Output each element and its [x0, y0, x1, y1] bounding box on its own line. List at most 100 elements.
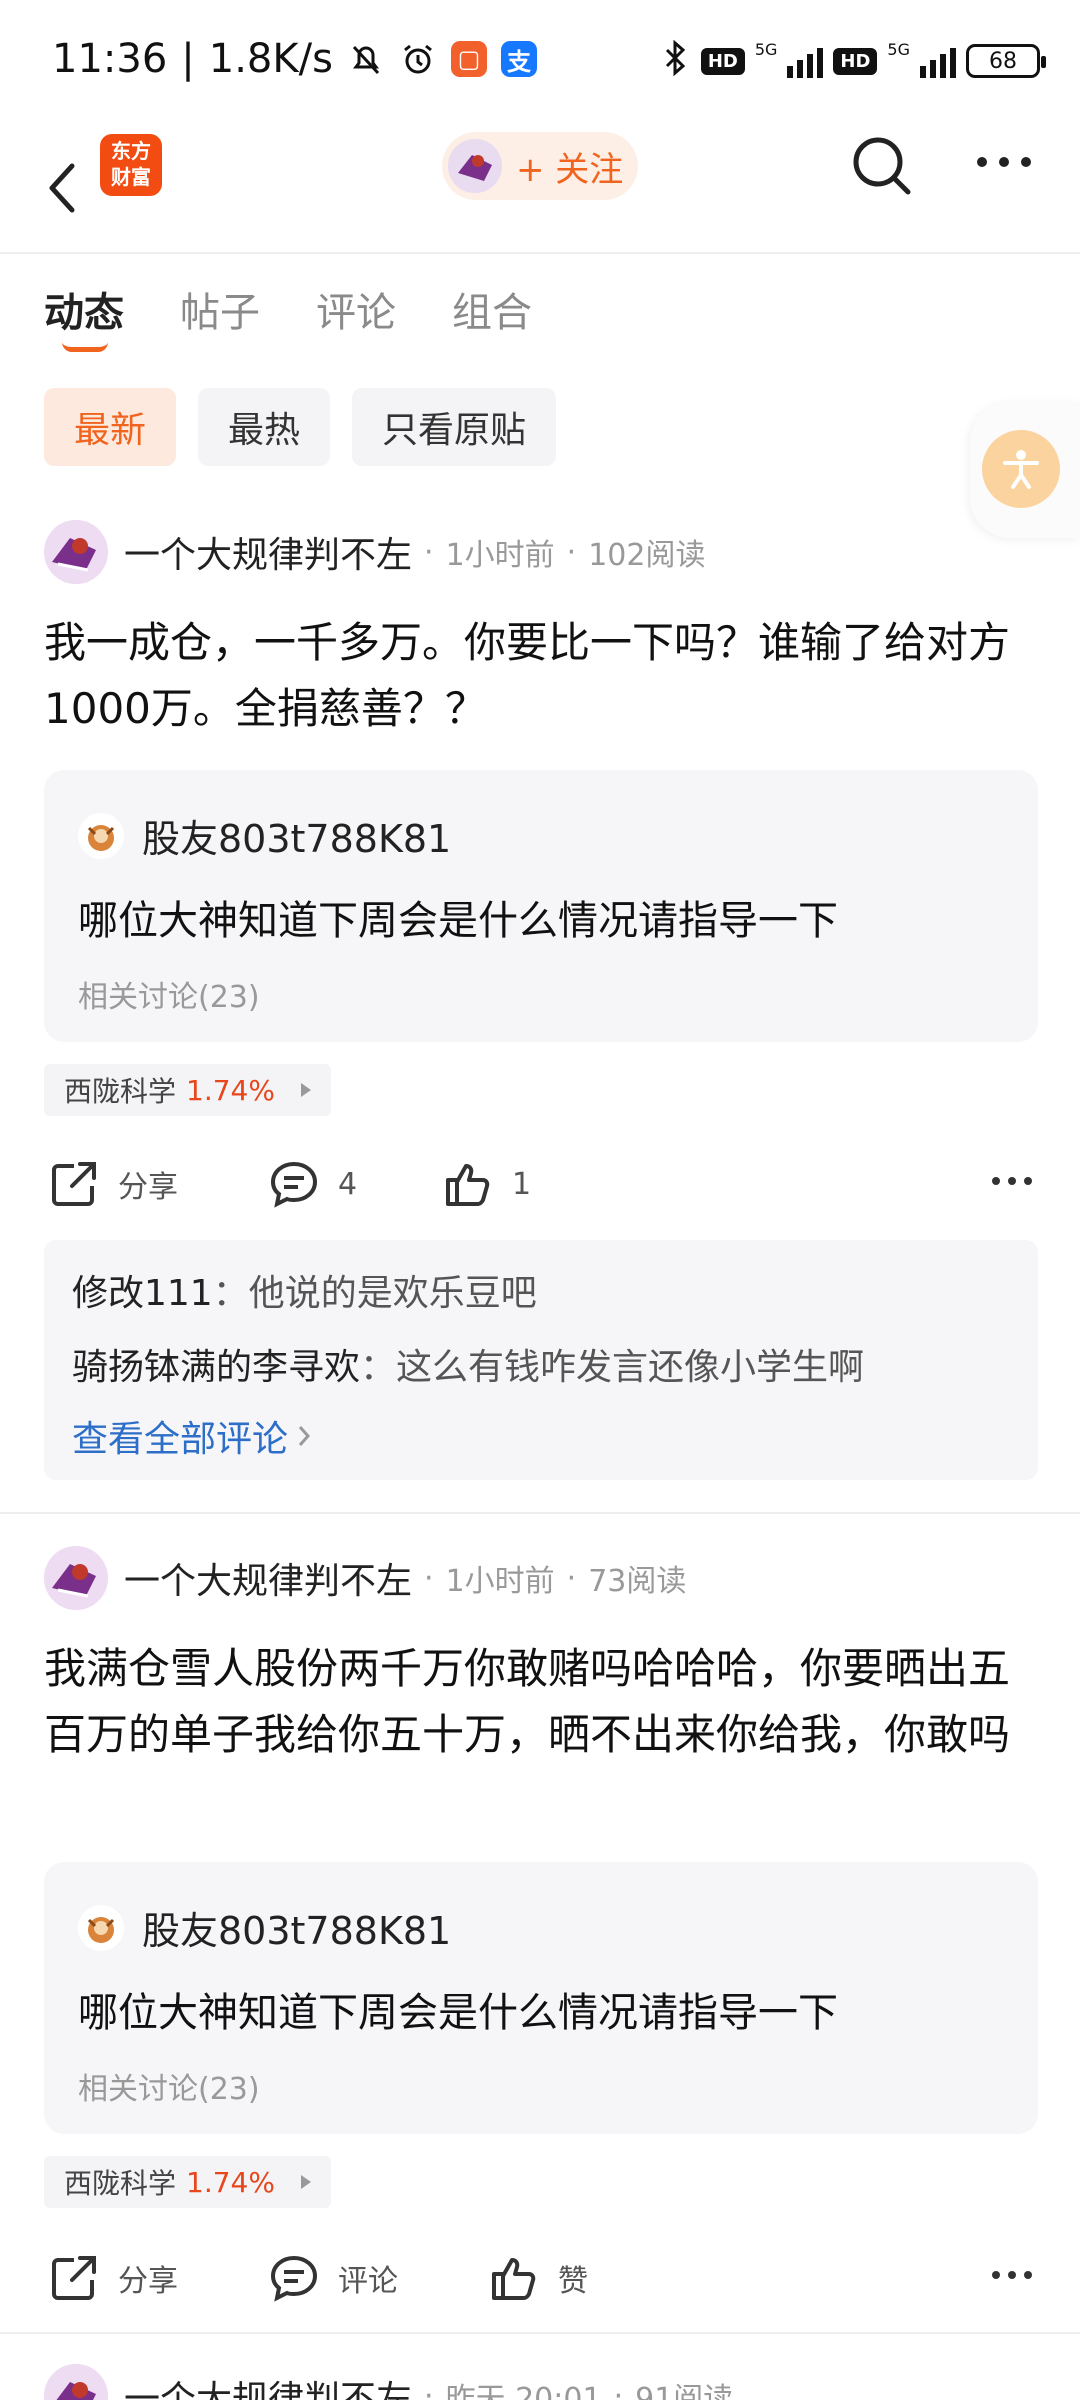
comment-item[interactable]: 骑扬钵满的李寻欢：这么有钱咋发言还像小学生啊	[72, 1338, 864, 1390]
avatar	[448, 139, 502, 193]
filter-hottest[interactable]: 最热	[198, 388, 331, 466]
alipay-icon: 支	[500, 41, 537, 77]
comment-button[interactable]: 4	[268, 1158, 357, 1210]
quoted-text: 哪位大神知道下周会是什么情况请指导一下	[78, 898, 838, 944]
comment-sep: ：	[360, 1347, 397, 1388]
share-button[interactable]: 分享	[48, 1158, 178, 1210]
network-type-2: 5G	[887, 40, 910, 59]
comment-label: 评论	[338, 2264, 398, 2299]
tab-underline	[62, 342, 108, 352]
comment-sep: ：	[212, 1273, 249, 1314]
quoted-text: 哪位大神知道下周会是什么情况请指导一下	[78, 1990, 838, 2036]
share-icon	[52, 1162, 96, 1206]
view-all-label: 查看全部评论	[72, 1419, 289, 1460]
more-icon	[992, 1177, 1032, 1185]
comment-count: 4	[338, 1166, 358, 1202]
status-time: 11:36	[52, 36, 168, 82]
tab-label: 评论	[316, 290, 396, 336]
tab-portfolio[interactable]: 组合	[452, 280, 532, 338]
more-icon[interactable]	[974, 152, 1034, 172]
view-all-comments-link[interactable]: 查看全部评论	[72, 1410, 312, 1462]
post-author-row[interactable]: 一个大规律判不左 · 1小时前 · 102阅读	[44, 520, 705, 584]
stock-tag[interactable]: 西陇科学 1.74%	[44, 1064, 331, 1116]
stock-name: 西陇科学	[64, 2167, 177, 2200]
chevron-left-icon	[49, 163, 75, 213]
quoted-user-name: 股友803t788K81	[142, 817, 452, 861]
hd-badge-2: HD	[833, 47, 878, 75]
filter-original-only[interactable]: 只看原贴	[352, 388, 557, 466]
quoted-user: 股友803t788K81	[78, 1900, 451, 1955]
stock-name: 西陇科学	[64, 1075, 177, 1108]
stock-change: 1.74%	[186, 1073, 275, 1107]
top-nav: 东方 财富 + 关注	[0, 128, 1080, 254]
post-divider	[0, 1512, 1080, 1514]
like-label: 赞	[558, 2264, 588, 2299]
post-time: 1小时前	[445, 1564, 555, 1599]
post-actions: 分享 评论 赞	[0, 2244, 1080, 2304]
post-author-row[interactable]: 一个大规律判不左 · 昨天 20:01 · 91阅读	[44, 2364, 733, 2400]
comment-text: 他说的是欢乐豆吧	[248, 1273, 537, 1314]
meta-dot: ·	[613, 2378, 624, 2400]
arrow-right-icon	[300, 2175, 311, 2189]
alarm-icon	[399, 40, 437, 78]
author-name: 一个大规律判不左	[124, 2379, 413, 2400]
like-button[interactable]: 1	[442, 1158, 531, 1210]
comment-user: 修改111	[72, 1273, 213, 1314]
related-discussion: 相关讨论(23)	[78, 980, 260, 1015]
post-time: 1小时前	[445, 538, 555, 573]
status-bar: 11:36 | 1.8K/s ▢ 支 HD 5G HD 5G 68	[0, 0, 1080, 128]
tab-comments[interactable]: 评论	[316, 280, 396, 338]
mute-bell-icon	[347, 40, 385, 78]
related-discussion: 相关讨论(23)	[78, 2072, 260, 2107]
follow-label: + 关注	[516, 149, 624, 190]
quoted-post[interactable]: 股友803t788K81 哪位大神知道下周会是什么情况请指导一下 相关讨论(23…	[44, 770, 1038, 1042]
quoted-post[interactable]: 股友803t788K81 哪位大神知道下周会是什么情况请指导一下 相关讨论(23…	[44, 1862, 1038, 2134]
back-button[interactable]	[42, 158, 82, 218]
comment-item[interactable]: 修改111：他说的是欢乐豆吧	[72, 1264, 537, 1316]
post-more-button[interactable]	[990, 2266, 1034, 2285]
avatar	[44, 520, 108, 584]
logo-line-2: 财富	[111, 165, 151, 189]
meta-dot: ·	[424, 2378, 434, 2400]
bluetooth-icon	[661, 39, 691, 82]
comment-icon	[270, 2255, 318, 2302]
avatar	[44, 2364, 108, 2400]
post-body[interactable]: 我满仓雪人股份两千万你敢赌吗哈哈哈，你要晒出五百万的单子我给你五十万，晒不出来你…	[44, 1636, 1034, 1768]
follow-button[interactable]: + 关注	[442, 132, 638, 200]
status-right: HD 5G HD 5G 68	[661, 39, 1046, 82]
chevron-right-icon	[298, 1426, 311, 1446]
post-actions: 分享 4 1	[0, 1150, 1080, 1210]
comment-text: 这么有钱咋发言还像小学生啊	[396, 1347, 865, 1388]
stock-tag[interactable]: 西陇科学 1.74%	[44, 2156, 331, 2208]
share-button[interactable]: 分享	[48, 2252, 178, 2304]
share-icon	[52, 2256, 96, 2300]
meta-dot: ·	[566, 1560, 577, 1596]
filter-latest[interactable]: 最新	[44, 388, 177, 466]
share-label: 分享	[118, 1170, 178, 1205]
post-author-row[interactable]: 一个大规律判不左 · 1小时前 · 73阅读	[44, 1546, 686, 1610]
tab-label: 帖子	[180, 290, 260, 336]
comment-button[interactable]: 评论	[268, 2252, 398, 2304]
comment-preview: 修改111：他说的是欢乐豆吧 骑扬钵满的李寻欢：这么有钱咋发言还像小学生啊 查看…	[44, 1240, 1038, 1480]
thumbs-up-icon	[492, 2258, 536, 2300]
like-count: 1	[512, 1166, 532, 1202]
search-icon[interactable]	[850, 134, 914, 198]
post-reads: 91阅读	[635, 2382, 734, 2400]
author-name: 一个大规律判不左	[124, 535, 413, 576]
accessibility-float-button[interactable]	[970, 402, 1080, 538]
post-more-button[interactable]	[990, 1172, 1034, 1191]
tab-posts[interactable]: 帖子	[180, 280, 260, 338]
app-logo: 东方 财富	[100, 134, 162, 196]
author-name: 一个大规律判不左	[124, 1561, 413, 1602]
tab-label: 组合	[452, 290, 532, 336]
post-divider	[0, 2332, 1080, 2334]
tab-label: 动态	[44, 290, 124, 336]
tab-dynamics[interactable]: 动态	[44, 280, 124, 352]
more-icon	[992, 2271, 1032, 2279]
like-button[interactable]: 赞	[488, 2252, 588, 2304]
arrow-right-icon	[300, 1083, 311, 1097]
post-reads: 102阅读	[588, 538, 706, 573]
post-body[interactable]: 我一成仓，一千多万。你要比一下吗？谁输了给对方1000万。全捐慈善？？	[44, 610, 1034, 742]
share-label: 分享	[118, 2264, 178, 2299]
post-time: 昨天 20:01	[445, 2382, 602, 2400]
